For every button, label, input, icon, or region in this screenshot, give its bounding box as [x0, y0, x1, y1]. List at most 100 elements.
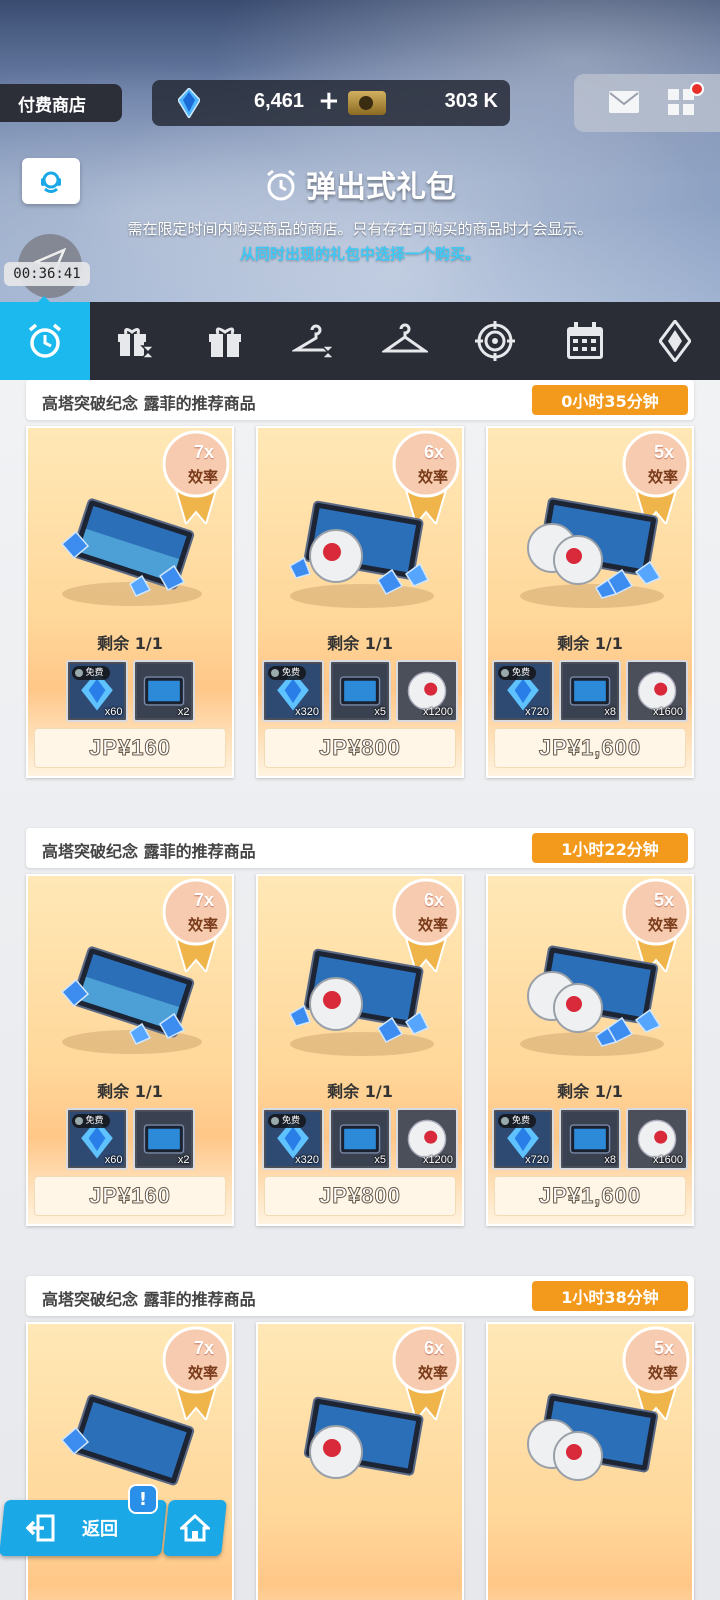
page-title-text: 弹出式礼包 — [306, 170, 456, 205]
active-tab-pointer — [36, 296, 52, 304]
reward-item[interactable]: 免费 x320 — [262, 660, 324, 722]
mail-icon[interactable] — [608, 90, 640, 114]
efficiency-multiplier: 5x — [653, 1338, 674, 1358]
stock-remaining: 剩余 1/1 — [557, 634, 623, 653]
price-button[interactable]: JP¥800 — [264, 1176, 456, 1216]
efficiency-multiplier: 6x — [423, 890, 444, 910]
tab-limited-gift[interactable] — [90, 302, 180, 380]
menu-grid-icon[interactable] — [668, 89, 694, 115]
tab-costume[interactable] — [360, 302, 450, 380]
reward-item[interactable]: x8 — [559, 660, 621, 722]
free-tag: 免费 — [498, 1114, 537, 1128]
reward-item[interactable]: x8 — [559, 1108, 621, 1170]
free-tag: 免费 — [71, 666, 110, 680]
efficiency-multiplier: 6x — [423, 1338, 444, 1358]
efficiency-multiplier: 6x — [423, 442, 444, 462]
tab-popup-package[interactable] — [0, 302, 90, 380]
package-card[interactable]: 7x 效率 剩余 1/1 免费 x60 x2 JP¥160 — [26, 426, 234, 778]
top-right-panel — [574, 74, 720, 132]
gem-ticket-orb-bundle-icon — [303, 1396, 424, 1479]
reward-item[interactable]: x2 — [132, 660, 195, 722]
tab-crystal[interactable] — [630, 302, 720, 380]
shop-description: 需在限定时间内购买商品的商店。只有存在可购买的商品时才会显示。 — [127, 220, 593, 238]
back-label: 返回 — [82, 1519, 118, 1540]
gem-ticket-orb-bundle-icon — [289, 500, 434, 608]
target-icon — [475, 321, 515, 361]
price-button[interactable]: JP¥160 — [34, 728, 226, 768]
credit-icon — [348, 91, 386, 115]
package-list[interactable]: 高塔突破纪念 露菲的推荐商品 0小时35分钟 7x 效率 剩余 1/1 免费 x… — [0, 380, 720, 1600]
package-card[interactable]: 7x 效率 — [26, 1322, 234, 1600]
item-quantity: x60 — [104, 1154, 123, 1166]
reward-items: 免费 x60 x2 — [28, 660, 232, 724]
reward-item[interactable]: 免费 x720 — [492, 660, 554, 722]
reward-item[interactable]: x5 — [329, 1108, 391, 1170]
item-quantity: x5 — [374, 706, 386, 718]
reward-item[interactable]: x2 — [132, 1108, 195, 1170]
package-card[interactable]: 6x 效率 剩余 1/1 免费 x320 x5 x1200 JP¥800 — [256, 874, 464, 1226]
item-quantity: x320 — [295, 1154, 319, 1166]
price-button[interactable]: JP¥1,600 — [494, 1176, 686, 1216]
item-quantity: x2 — [177, 706, 190, 718]
efficiency-multiplier: 5x — [653, 890, 674, 910]
reward-items: 免费 x720 x8 x1600 — [488, 1108, 692, 1172]
tab-gift[interactable] — [180, 302, 270, 380]
hanger-hourglass-icon — [292, 324, 336, 359]
reward-item[interactable]: x5 — [329, 660, 391, 722]
reward-item[interactable]: x1600 — [626, 1108, 688, 1170]
gem-ticket-orb-bundle-icon — [520, 945, 664, 1056]
reward-items: 免费 x720 x8 x1600 — [488, 660, 692, 724]
reward-items: 免费 x60 x2 — [28, 1108, 232, 1172]
recording-timer: 00:36:41 — [4, 262, 90, 286]
group-timer: 1小时38分钟 — [532, 1281, 688, 1311]
gem-ticket-orb-bundle-icon — [527, 1393, 659, 1481]
group-title: 高塔突破纪念 露菲的推荐商品 — [42, 394, 256, 413]
item-quantity: x5 — [374, 1154, 386, 1166]
tab-calendar[interactable] — [540, 302, 630, 380]
reward-item[interactable]: x1200 — [396, 1108, 458, 1170]
gem-ticket-orb-bundle-icon — [289, 948, 434, 1056]
reward-item[interactable]: x1600 — [626, 660, 688, 722]
package-card[interactable]: 5x 效率 剩余 1/1 免费 x720 x8 x1600 JP¥1,600 — [486, 426, 694, 778]
home-icon — [180, 1513, 210, 1542]
package-card[interactable]: 6x 效率 — [256, 1322, 464, 1600]
alert-badge: ! — [128, 1484, 158, 1514]
add-gems-button[interactable]: + — [318, 86, 340, 116]
reward-item[interactable]: x1200 — [396, 660, 458, 722]
price-button[interactable]: JP¥800 — [264, 728, 456, 768]
hanger-icon — [382, 323, 428, 353]
credit-count: 303 K — [444, 90, 498, 112]
gift-icon — [209, 327, 241, 357]
group-title: 高塔突破纪念 露菲的推荐商品 — [42, 1290, 256, 1309]
item-quantity: x320 — [295, 706, 319, 718]
group-timer: 0小时35分钟 — [532, 385, 688, 415]
reward-item[interactable]: 免费 x320 — [262, 1108, 324, 1170]
item-quantity: x8 — [604, 1154, 616, 1166]
gem-count: 6,461 — [254, 90, 305, 112]
gift-hourglass-icon — [118, 327, 156, 359]
reward-item[interactable]: 免费 x60 — [65, 1108, 128, 1170]
shop-label: 付费商店 — [0, 84, 122, 122]
item-quantity: x1200 — [423, 1154, 453, 1166]
price-button[interactable]: JP¥1,600 — [494, 728, 686, 768]
tab-target[interactable] — [450, 302, 540, 380]
group-header: 高塔突破纪念 露菲的推荐商品 1小时38分钟 — [26, 1276, 694, 1316]
gem-ticket-bundle-icon — [60, 498, 202, 606]
reward-item[interactable]: 免费 x60 — [65, 660, 128, 722]
package-card[interactable]: 5x 效率 — [486, 1322, 694, 1600]
category-tab-bar — [0, 302, 720, 380]
package-card[interactable]: 6x 效率 剩余 1/1 免费 x320 x5 x1200 JP¥800 — [256, 426, 464, 778]
group-header: 高塔突破纪念 露菲的推荐商品 1小时22分钟 — [26, 828, 694, 868]
price-button[interactable]: JP¥160 — [34, 1176, 226, 1216]
package-card[interactable]: 7x 效率 剩余 1/1 免费 x60 x2 JP¥160 — [26, 874, 234, 1226]
gem-ticket-orb-bundle-icon — [520, 497, 664, 608]
exit-arrow-icon — [26, 1514, 55, 1542]
package-card[interactable]: 5x 效率 剩余 1/1 免费 x720 x8 x1600 JP¥1,600 — [486, 874, 694, 1226]
item-quantity: x1600 — [653, 706, 683, 718]
reward-item[interactable]: 免费 x720 — [492, 1108, 554, 1170]
home-button[interactable] — [163, 1500, 227, 1556]
efficiency-multiplier: 7x — [193, 890, 214, 910]
page-title: 弹出式礼包 — [0, 162, 720, 206]
tab-limited-costume[interactable] — [270, 302, 360, 380]
alarm-clock-icon — [28, 323, 62, 358]
